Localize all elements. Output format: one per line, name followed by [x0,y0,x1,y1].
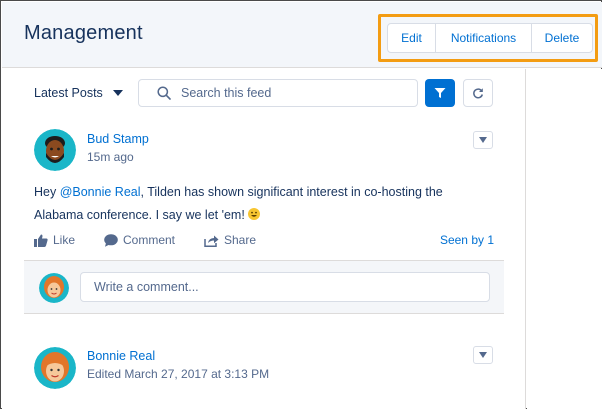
header-button-group: Edit Notifications Delete [387,23,593,53]
chevron-down-icon [479,137,487,143]
post-author[interactable]: Bud Stamp [87,132,149,146]
comment-icon [104,233,118,247]
avatar [39,273,69,303]
post-text: , Tilden has shown significant interest … [140,185,443,199]
like-label: Like [53,233,76,247]
share-icon [204,235,219,247]
page-header: Management Edit Notifications Delete [2,2,602,68]
comment-composer [24,260,504,314]
post-timestamp[interactable]: Edited March 27, 2017 at 3:13 PM [87,367,269,381]
page-title: Management [24,22,143,44]
emoji-grin-icon [248,208,261,220]
delete-button[interactable]: Delete [532,24,592,52]
search-icon [157,86,171,100]
refresh-button[interactable] [463,79,493,107]
sort-dropdown-label: Latest Posts [34,86,103,100]
like-button[interactable]: Like [34,233,75,247]
feed-panel: Latest Posts Search this feed Bud Stamp … [2,69,526,409]
post-text: Hey [34,185,60,199]
avatar-bonnie-real-icon [39,273,69,303]
post-menu-button[interactable] [473,131,493,149]
comment-button[interactable]: Comment [104,233,175,247]
seen-by-link[interactable]: Seen by 1 [440,233,494,247]
avatar[interactable] [34,347,76,389]
share-button[interactable]: Share [204,233,256,247]
caret-down-icon [112,90,123,96]
feed-search [138,79,418,107]
post-body: Hey @Bonnie Real, Tilden has shown signi… [34,181,494,227]
notifications-button[interactable]: Notifications [436,24,532,52]
app-frame: Management Edit Notifications Delete Lat… [0,0,602,409]
right-panel [527,69,602,409]
post-menu-button[interactable] [473,346,493,364]
chevron-down-icon [479,352,487,358]
avatar-bud-stamp-icon [34,129,76,171]
sort-dropdown[interactable]: Latest Posts [34,86,123,100]
post-timestamp[interactable]: 15m ago [87,150,134,164]
share-label: Share [224,233,257,247]
filter-icon [434,88,446,98]
refresh-icon [473,88,484,99]
avatar-bonnie-real-icon [34,347,76,389]
mention-link[interactable]: @Bonnie Real [60,185,141,199]
post-author[interactable]: Bonnie Real [87,349,155,363]
search-input[interactable] [181,86,401,100]
edit-button[interactable]: Edit [388,24,436,52]
comment-input[interactable] [80,272,490,302]
avatar[interactable] [34,129,76,171]
filter-button[interactable] [425,79,455,107]
thumbs-up-icon [34,234,48,247]
comment-label: Comment [123,233,176,247]
post-actions: Like Comment Share Seen by 1 [34,233,494,251]
post-text: Alabama conference. I say we let 'em! [34,208,249,222]
